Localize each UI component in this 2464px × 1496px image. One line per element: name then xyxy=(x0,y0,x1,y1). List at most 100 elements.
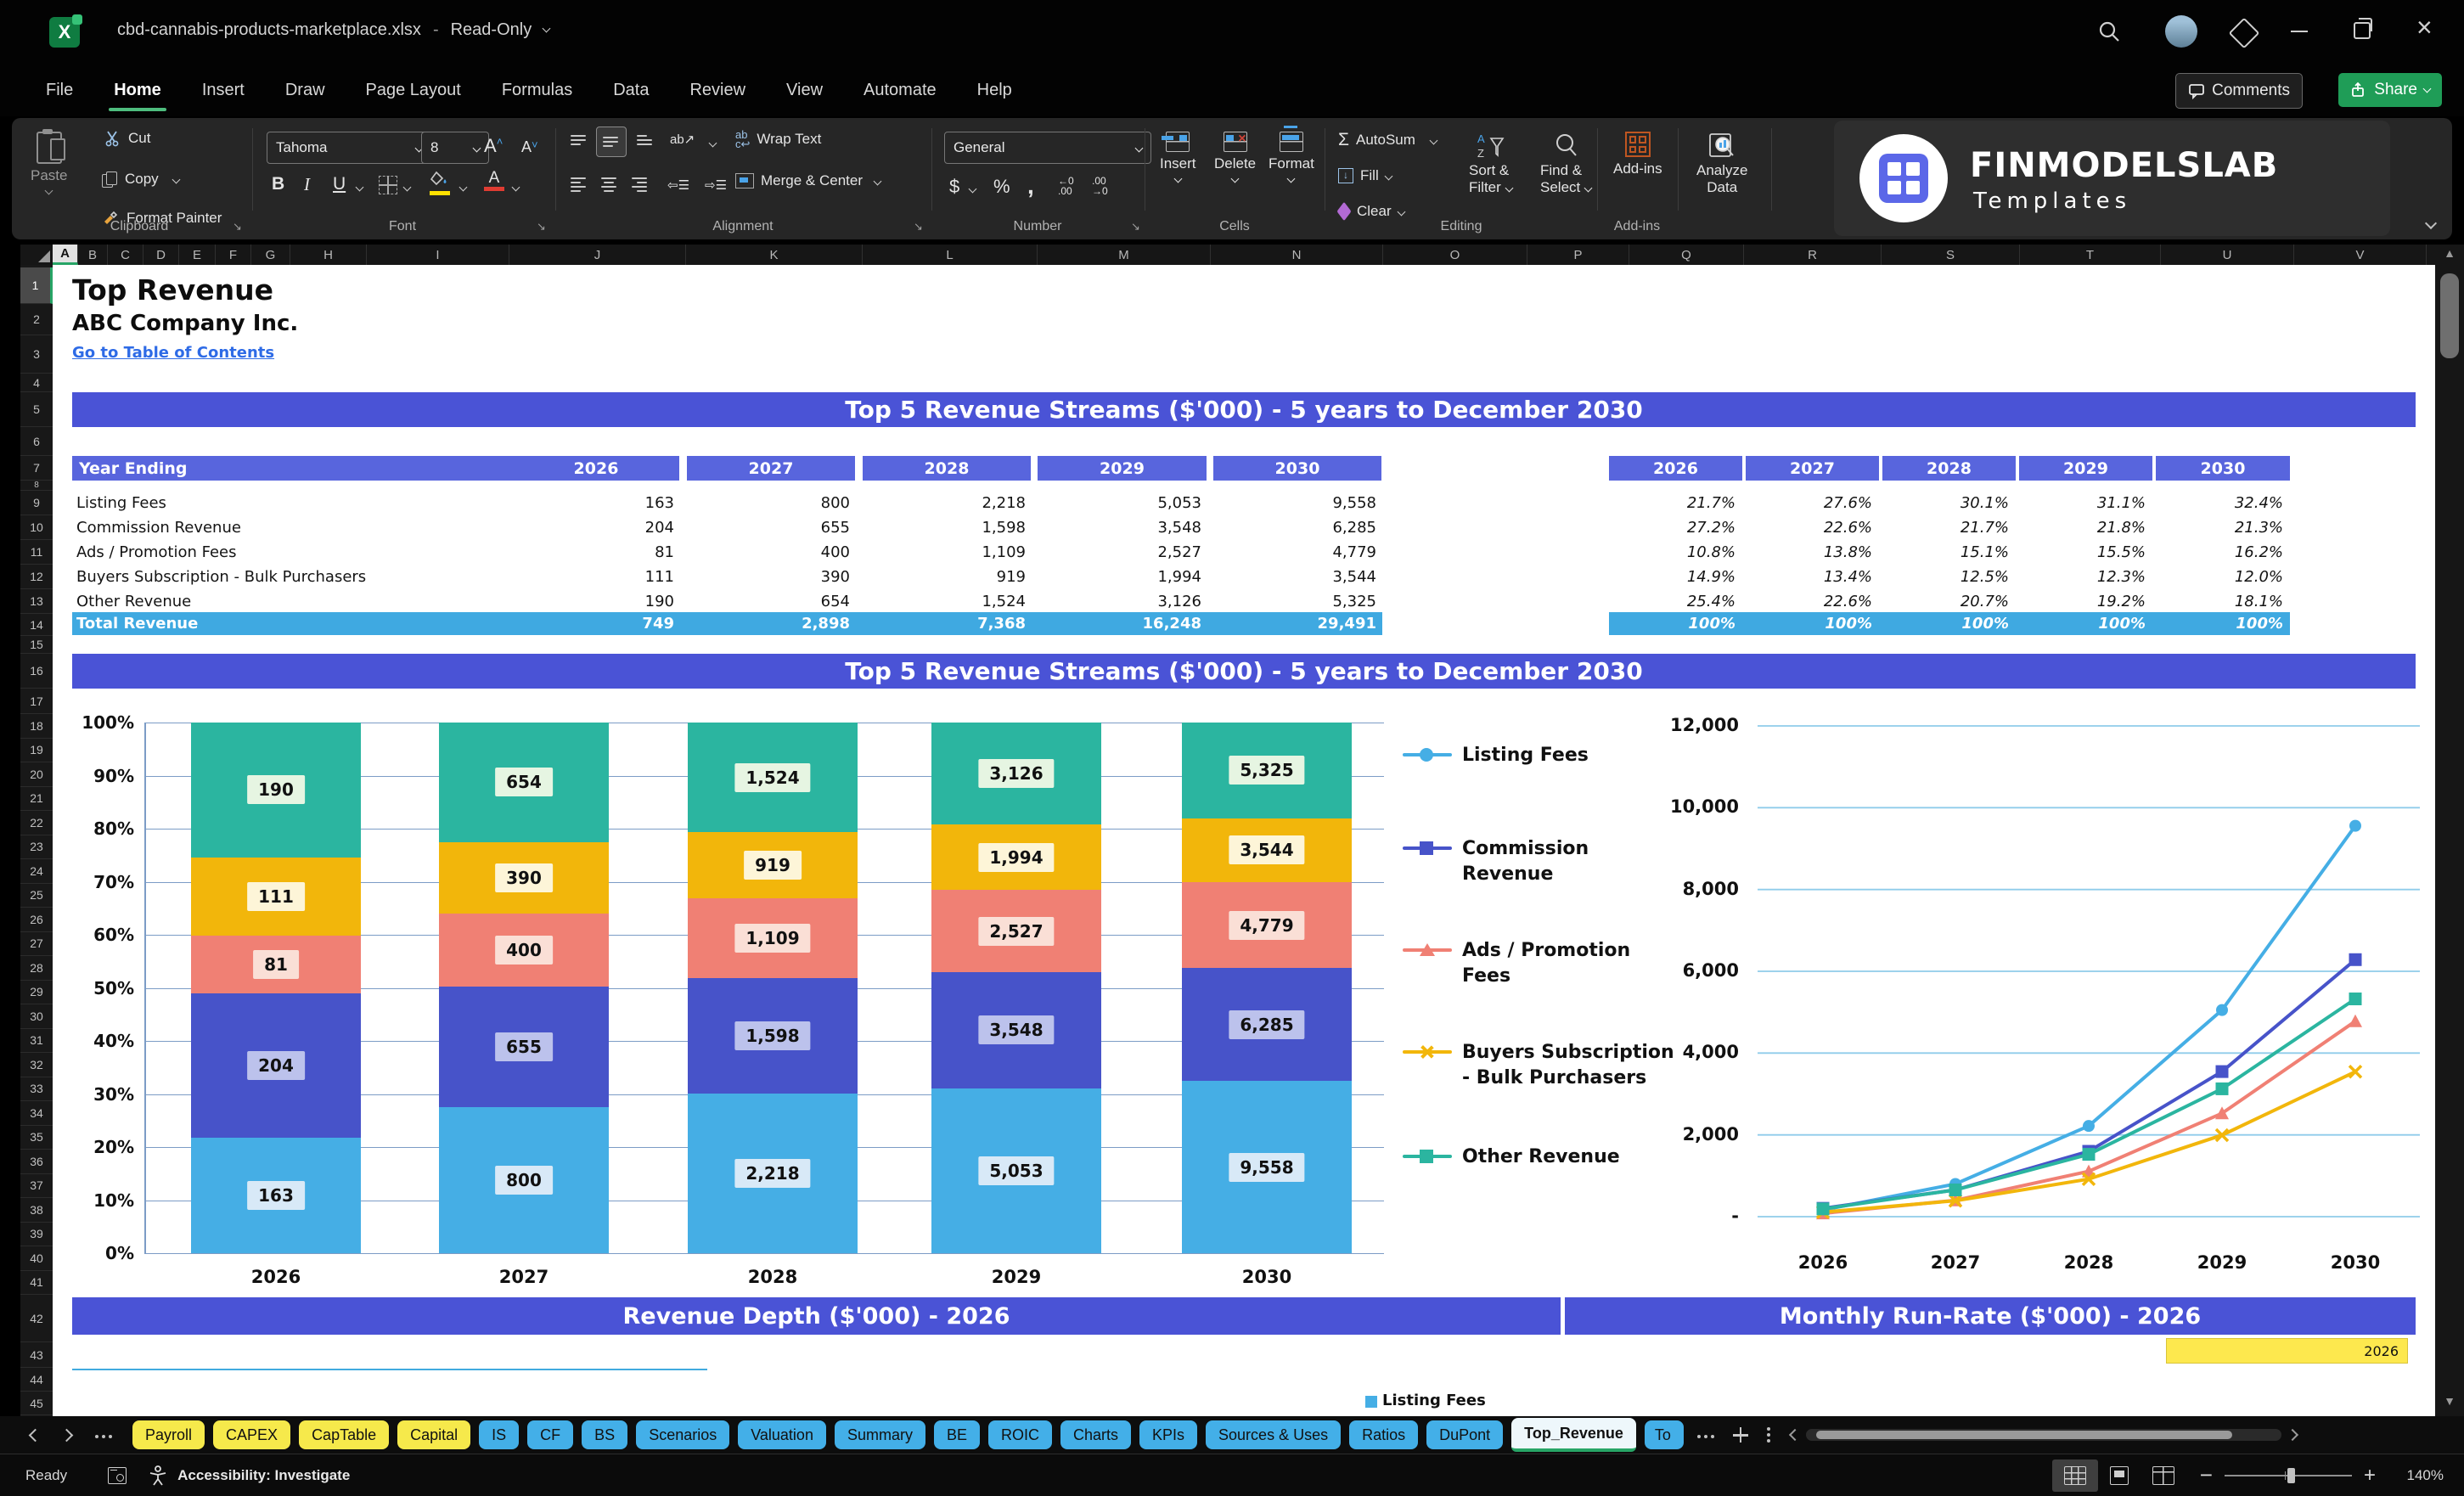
table-year-2029[interactable]: 2029 xyxy=(1038,456,1207,481)
restore-button[interactable] xyxy=(2354,18,2372,39)
zoom-slider[interactable] xyxy=(2224,1467,2352,1483)
decrease-decimal-icon[interactable]: .00 →0 xyxy=(1092,176,1108,196)
sheet-tab-is[interactable]: IS xyxy=(479,1420,520,1449)
sheet-tab-sources-uses[interactable]: Sources & Uses xyxy=(1206,1420,1342,1449)
pct-cell[interactable]: 14.9% xyxy=(1609,565,1735,589)
tabs-more-icon[interactable] xyxy=(93,1427,114,1443)
column-header-L[interactable]: L xyxy=(863,245,1038,265)
pct-cell[interactable]: 10.8% xyxy=(1609,540,1735,565)
row-header-11[interactable]: 11 xyxy=(20,540,53,565)
total-pct-cell[interactable]: 100% xyxy=(1609,612,1735,635)
increase-indent-icon[interactable]: ⇨☰ xyxy=(705,177,727,193)
sheet-tab-cf[interactable]: CF xyxy=(527,1420,574,1449)
menu-tab-view[interactable]: View xyxy=(766,64,843,116)
zoom-level[interactable]: 140% xyxy=(2376,1467,2444,1484)
sheet-tab-be[interactable]: BE xyxy=(933,1420,980,1449)
row-header-9[interactable]: 9 xyxy=(20,491,53,515)
sheet-tab-scenarios[interactable]: Scenarios xyxy=(636,1420,730,1449)
hscroll-left-icon[interactable] xyxy=(1788,1428,1801,1442)
scroll-down-icon[interactable]: ▼ xyxy=(2440,1394,2459,1408)
pct-cell[interactable]: 22.6% xyxy=(1746,515,1872,540)
sheet-tab-captable[interactable]: CapTable xyxy=(299,1420,390,1449)
pct-year-2026[interactable]: 2026 xyxy=(1609,456,1742,481)
table-cell[interactable]: 5,053 xyxy=(1038,491,1201,515)
macro-record-icon[interactable] xyxy=(108,1466,127,1484)
pct-cell[interactable]: 12.3% xyxy=(2019,565,2146,589)
total-row-name[interactable]: Total Revenue xyxy=(76,612,416,635)
orientation-icon[interactable]: ab↗ xyxy=(670,132,695,147)
sheet-tab-dupont[interactable]: DuPont xyxy=(1426,1420,1504,1449)
total-pct-cell[interactable]: 100% xyxy=(1882,612,2009,635)
row-header-32[interactable]: 32 xyxy=(20,1053,53,1077)
sheet-tab-ratios[interactable]: Ratios xyxy=(1349,1420,1419,1449)
borders-icon[interactable] xyxy=(379,176,397,194)
row-header-24[interactable]: 24 xyxy=(20,859,53,884)
total-pct-cell[interactable]: 100% xyxy=(2156,612,2283,635)
sheet-tab-to[interactable]: To xyxy=(1644,1420,1684,1449)
row-header-27[interactable]: 27 xyxy=(20,932,53,956)
row-header-8[interactable]: 8 xyxy=(20,481,53,491)
row-header-7[interactable]: 7 xyxy=(20,456,53,481)
minimize-button[interactable] xyxy=(2291,31,2308,32)
row-header-10[interactable]: 10 xyxy=(20,515,53,540)
number-format-select[interactable]: General xyxy=(944,132,1151,164)
total-cell[interactable]: 16,248 xyxy=(1038,612,1201,635)
column-header-S[interactable]: S xyxy=(1882,245,2020,265)
fill-button[interactable]: ↓ Fill xyxy=(1338,167,1393,184)
scroll-up-icon[interactable]: ▲ xyxy=(2440,246,2459,260)
table-cell[interactable]: 6,285 xyxy=(1213,515,1376,540)
align-center-icon[interactable] xyxy=(601,177,616,192)
sheet-tab-top-revenue[interactable]: Top_Revenue xyxy=(1511,1418,1636,1452)
page-title[interactable]: Top Revenue xyxy=(72,273,273,307)
comma-format-icon[interactable]: , xyxy=(1027,172,1034,200)
pct-cell[interactable]: 12.0% xyxy=(2156,565,2283,589)
table-cell[interactable]: 9,558 xyxy=(1213,491,1376,515)
page-break-view-button[interactable] xyxy=(2141,1459,2186,1492)
tabs-scroll-right-icon[interactable] xyxy=(59,1428,74,1442)
toc-link[interactable]: Go to Table of Contents xyxy=(72,344,274,362)
row-header-6[interactable]: 6 xyxy=(20,427,53,456)
align-bottom-icon[interactable] xyxy=(637,135,652,145)
merge-center-button[interactable]: Merge & Center xyxy=(735,172,882,189)
column-header-B[interactable]: B xyxy=(78,245,108,265)
table-cell[interactable]: 81 xyxy=(513,540,674,565)
column-header-D[interactable]: D xyxy=(143,245,179,265)
number-dialog-launcher[interactable]: ↘ xyxy=(1131,220,1140,233)
find-select-button[interactable]: Find & Select xyxy=(1540,132,1593,196)
menu-tab-help[interactable]: Help xyxy=(957,64,1032,116)
format-cells-button[interactable]: Format xyxy=(1269,126,1314,183)
table-year-2027[interactable]: 2027 xyxy=(687,456,855,481)
pct-cell[interactable]: 15.1% xyxy=(1882,540,2009,565)
menu-tab-page-layout[interactable]: Page Layout xyxy=(346,64,481,116)
row-header-13[interactable]: 13 xyxy=(20,589,53,614)
table-cell[interactable]: 1,994 xyxy=(1038,565,1201,589)
tab-menu-icon[interactable] xyxy=(1766,1425,1770,1445)
table-cell[interactable]: 190 xyxy=(513,589,674,614)
pct-cell[interactable]: 20.7% xyxy=(1882,589,2009,614)
pct-cell[interactable]: 15.5% xyxy=(2019,540,2146,565)
borders-chevron-icon[interactable] xyxy=(402,183,412,192)
column-header-C[interactable]: C xyxy=(108,245,143,265)
pct-cell[interactable]: 18.1% xyxy=(2156,589,2283,614)
delete-cells-button[interactable]: × Delete xyxy=(1214,132,1256,183)
sheet-tab-valuation[interactable]: Valuation xyxy=(738,1420,826,1449)
menu-tab-insert[interactable]: Insert xyxy=(182,64,265,116)
total-pct-cell[interactable]: 100% xyxy=(2019,612,2146,635)
row-header-4[interactable]: 4 xyxy=(20,374,53,392)
row-header-14[interactable]: 14 xyxy=(20,614,53,636)
table-cell[interactable]: 3,544 xyxy=(1213,565,1376,589)
zoom-in-button[interactable]: + xyxy=(2364,1464,2376,1488)
pct-cell[interactable]: 16.2% xyxy=(2156,540,2283,565)
addins-button[interactable]: Add-ins xyxy=(1613,132,1662,177)
menu-tab-home[interactable]: Home xyxy=(93,64,182,116)
comments-button[interactable]: Comments xyxy=(2175,73,2303,109)
total-cell[interactable]: 29,491 xyxy=(1213,612,1376,635)
monthly-runrate-title[interactable]: Monthly Run-Rate ($'000) - 2026 xyxy=(1565,1297,2416,1335)
normal-view-button[interactable] xyxy=(2051,1459,2098,1492)
revenue-depth-title[interactable]: Revenue Depth ($'000) - 2026 xyxy=(72,1297,1561,1335)
analyze-data-button[interactable]: Analyze Data xyxy=(1696,132,1747,196)
font-size-select[interactable]: 8 xyxy=(421,132,489,164)
zoom-slider-thumb[interactable] xyxy=(2287,1467,2295,1483)
row-header-33[interactable]: 33 xyxy=(20,1077,53,1101)
company-name[interactable]: ABC Company Inc. xyxy=(72,311,298,336)
